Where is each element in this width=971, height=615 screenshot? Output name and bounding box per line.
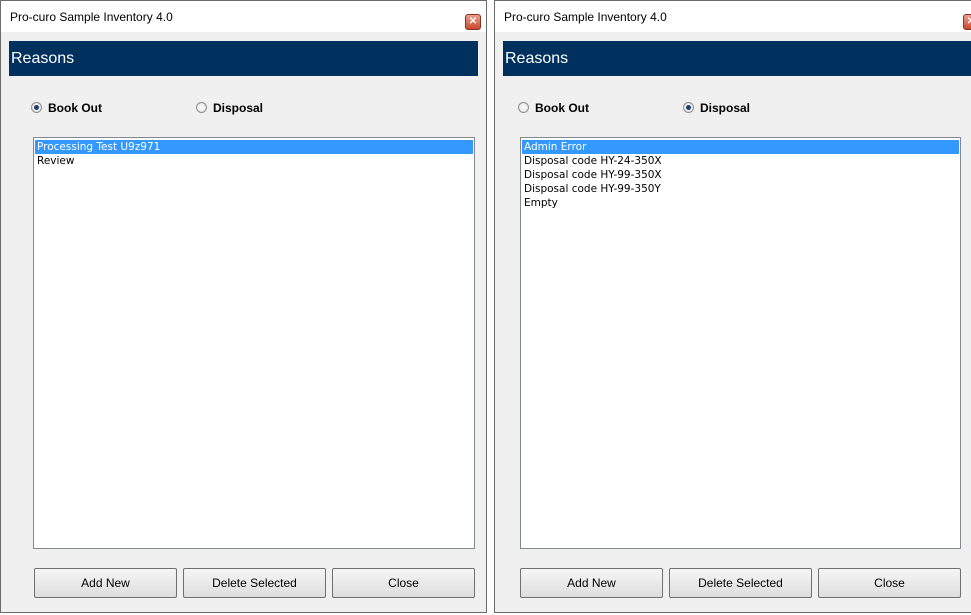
page-title: Reasons: [503, 41, 971, 76]
list-item[interactable]: Empty: [522, 196, 959, 210]
list-item[interactable]: Admin Error: [522, 140, 959, 154]
reasons-window-disposal: Pro-curo Sample Inventory 4.0 ✕ Reasons …: [494, 0, 971, 613]
title-bar: Pro-curo Sample Inventory 4.0 ✕: [1, 1, 486, 32]
close-icon[interactable]: ✕: [963, 14, 971, 30]
disposal-radio[interactable]: Disposal: [196, 101, 263, 115]
window-title: Pro-curo Sample Inventory 4.0: [10, 10, 173, 24]
page-title: Reasons: [9, 41, 478, 76]
disposal-radio[interactable]: Disposal: [683, 101, 750, 115]
disposal-label: Disposal: [213, 101, 264, 115]
list-item[interactable]: Disposal code HY-99-350X: [522, 168, 959, 182]
delete-selected-button[interactable]: Delete Selected: [183, 568, 326, 598]
close-button[interactable]: Close: [332, 568, 475, 598]
list-item[interactable]: Disposal code HY-99-350Y: [522, 182, 959, 196]
close-icon[interactable]: ✕: [465, 14, 481, 30]
list-item[interactable]: Review: [35, 154, 473, 168]
disposal-label: Disposal: [700, 101, 751, 115]
add-new-button[interactable]: Add New: [34, 568, 177, 598]
window-title: Pro-curo Sample Inventory 4.0: [504, 10, 667, 24]
book-out-label: Book Out: [48, 101, 102, 115]
book-out-radio[interactable]: Book Out: [518, 101, 589, 115]
list-item[interactable]: Disposal code HY-24-350X: [522, 154, 959, 168]
reasons-list[interactable]: Processing Test U9z971 Review: [33, 137, 475, 549]
radio-button-icon[interactable]: [31, 102, 42, 114]
book-out-label: Book Out: [535, 101, 589, 115]
reasons-list[interactable]: Admin Error Disposal code HY-24-350X Dis…: [520, 137, 961, 549]
list-item[interactable]: Processing Test U9z971: [35, 140, 473, 154]
radio-button-icon[interactable]: [196, 102, 207, 114]
reasons-window-book-out: Pro-curo Sample Inventory 4.0 ✕ Reasons …: [0, 0, 487, 613]
close-button[interactable]: Close: [818, 568, 961, 598]
radio-button-icon[interactable]: [518, 102, 529, 114]
book-out-radio[interactable]: Book Out: [31, 101, 102, 115]
radio-button-icon[interactable]: [683, 102, 694, 114]
title-bar: Pro-curo Sample Inventory 4.0 ✕: [495, 1, 971, 32]
delete-selected-button[interactable]: Delete Selected: [669, 568, 812, 598]
add-new-button[interactable]: Add New: [520, 568, 663, 598]
